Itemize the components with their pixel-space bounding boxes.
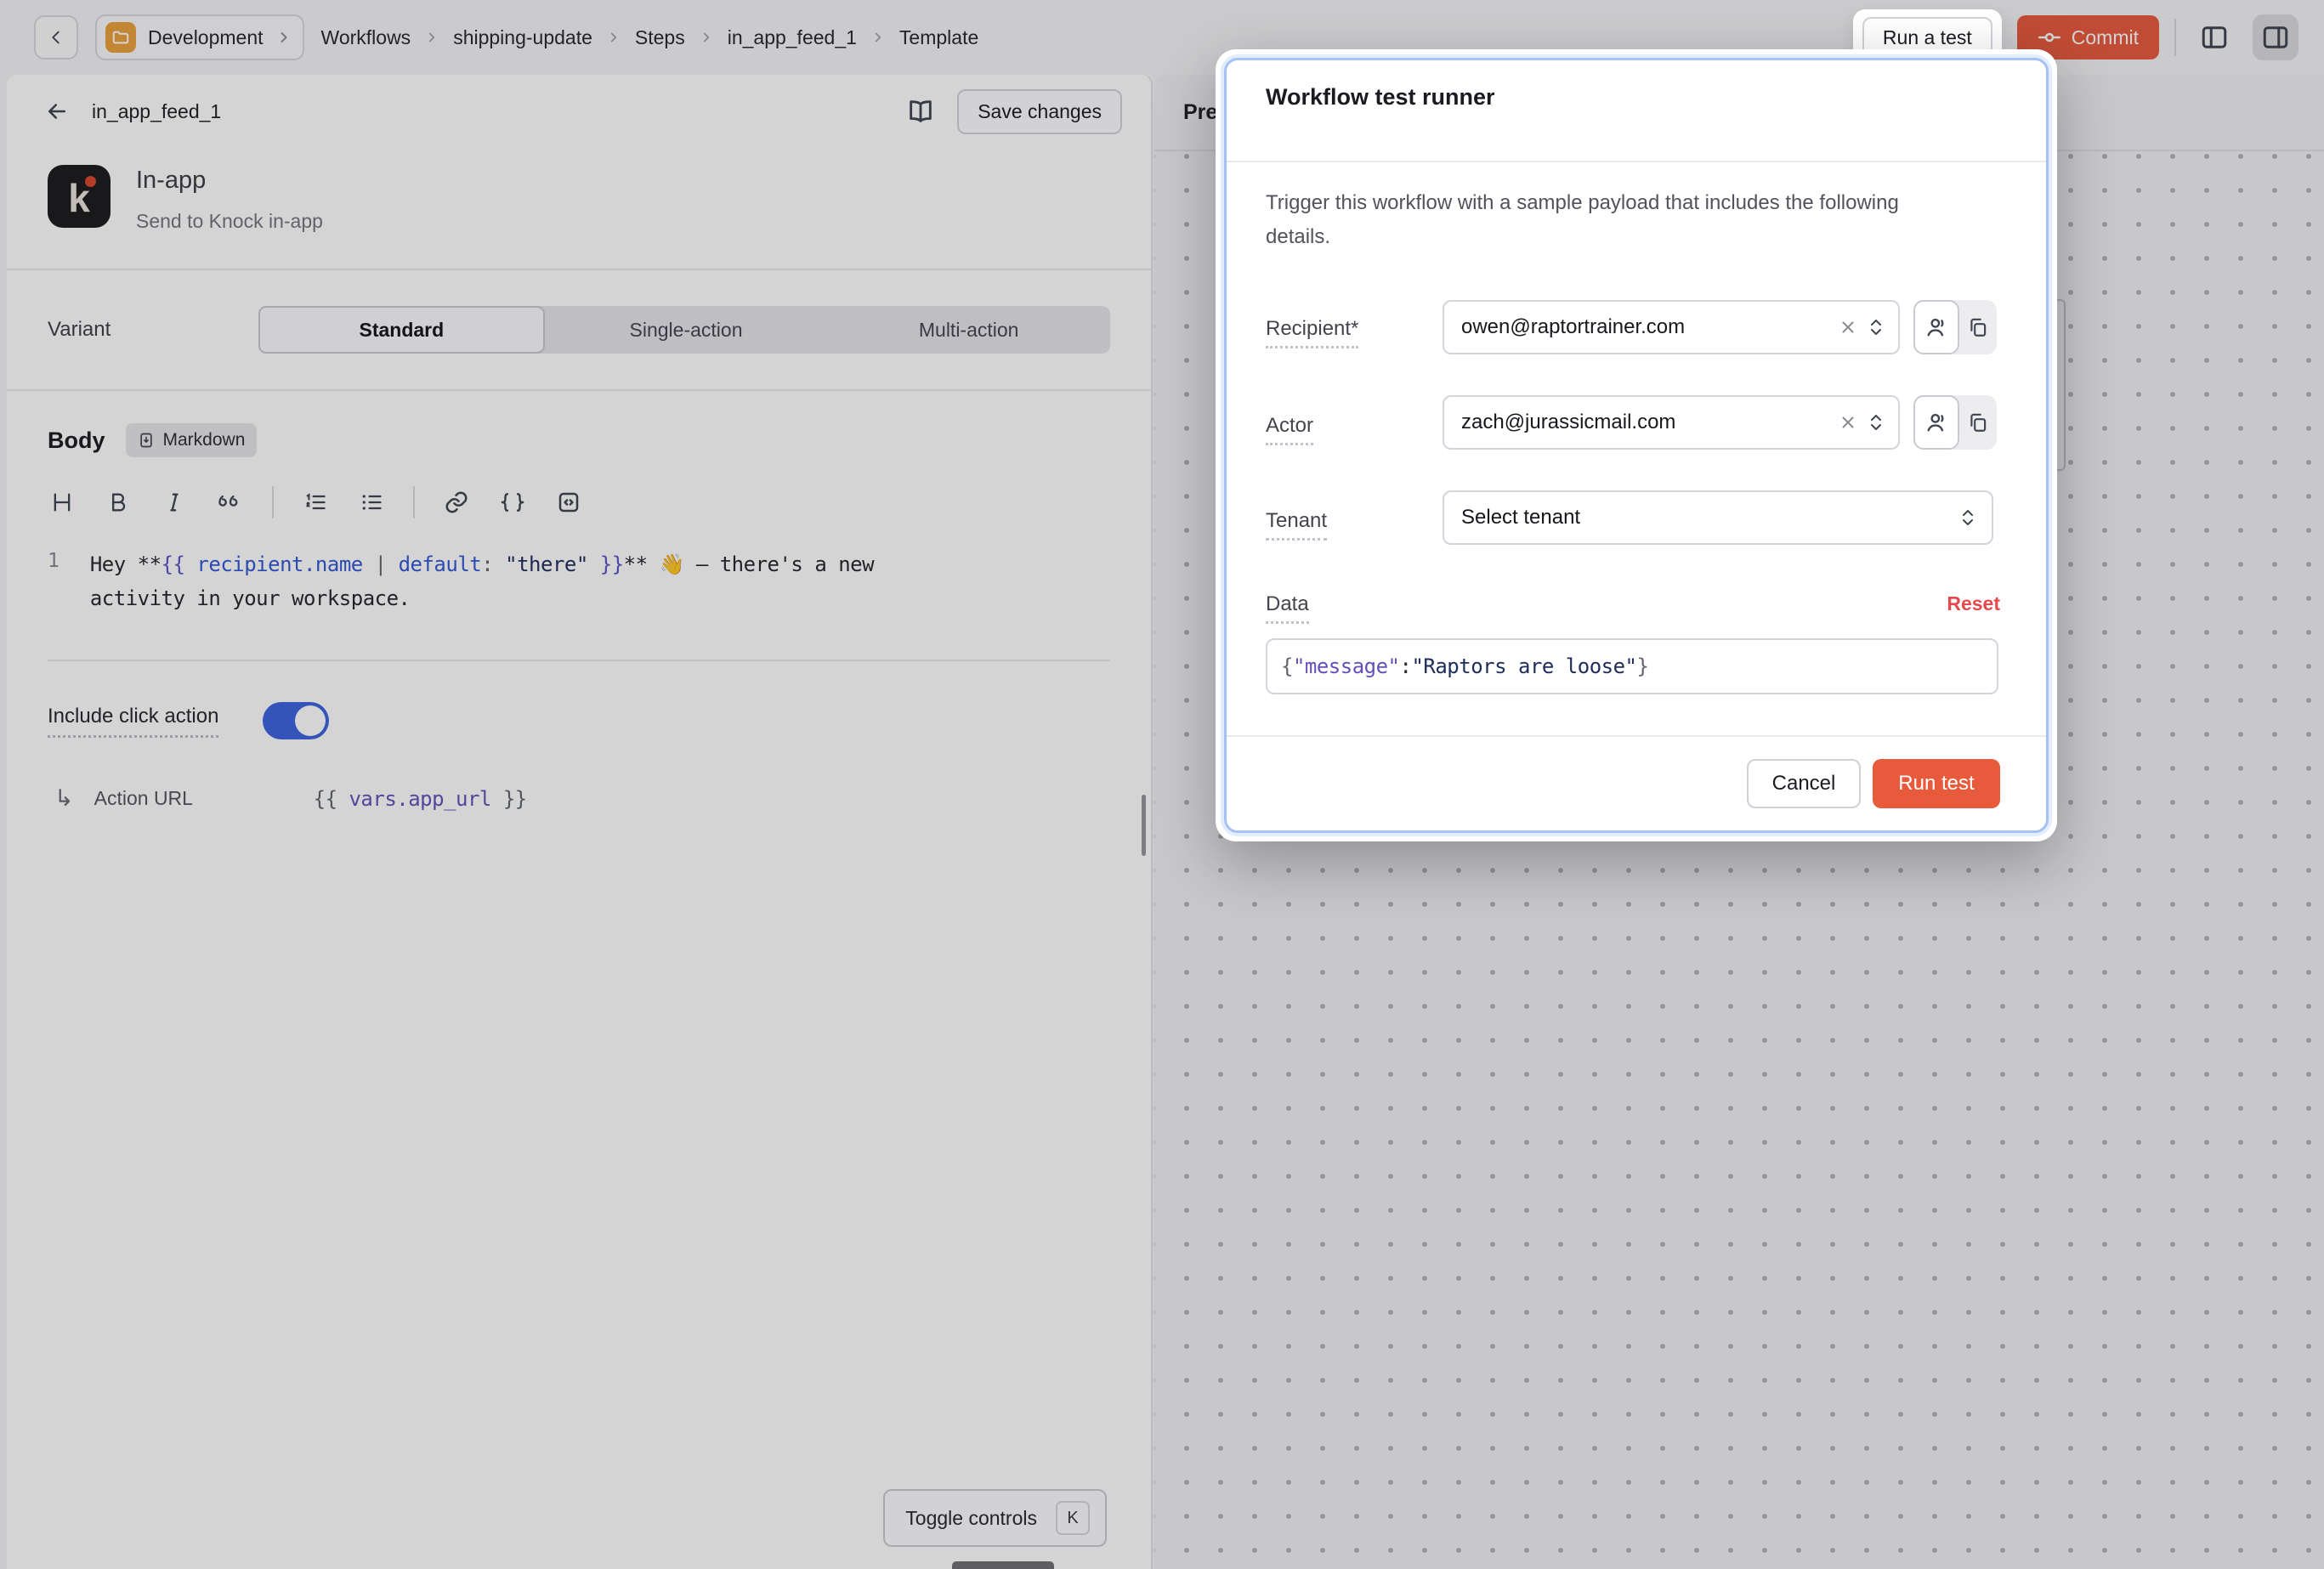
- recipient-field: [1443, 300, 1900, 354]
- code-token: "Raptors are loose": [1411, 654, 1636, 678]
- recipient-combobox-chevrons-icon[interactable]: [1866, 315, 1886, 339]
- app-window: Development Workflows shipping-update St…: [0, 0, 2324, 1569]
- recipient-mode-switcher: [1913, 300, 1997, 354]
- reset-data-link[interactable]: Reset: [1947, 592, 2000, 615]
- tenant-select-chevrons-icon: [1958, 506, 1978, 530]
- recipient-label: Recipient*: [1266, 317, 1358, 341]
- recipient-user-mode-button[interactable]: [1913, 300, 1959, 354]
- tenant-select-value: Select tenant: [1461, 506, 1580, 530]
- actor-combobox-chevrons-icon[interactable]: [1866, 411, 1886, 434]
- cancel-button[interactable]: Cancel: [1747, 759, 1861, 808]
- recipient-input[interactable]: [1444, 315, 1835, 339]
- actor-user-mode-button[interactable]: [1913, 395, 1959, 450]
- actor-json-mode-button[interactable]: [1959, 395, 1997, 450]
- modal-footer-divider: [1227, 735, 2046, 737]
- copy-icon: [1967, 411, 1989, 433]
- modal-title: Workflow test runner: [1266, 84, 1495, 110]
- run-test-button[interactable]: Run test: [1873, 759, 2000, 808]
- modal-description: Trigger this workflow with a sample payl…: [1266, 186, 1922, 254]
- clear-actor-icon[interactable]: [1839, 413, 1857, 432]
- modal-header-divider: [1227, 161, 2046, 162]
- data-label: Data: [1266, 592, 1309, 616]
- tenant-select[interactable]: Select tenant: [1443, 490, 1993, 545]
- tenant-label: Tenant: [1266, 509, 1327, 533]
- data-json-input[interactable]: {"message": "Raptors are loose"}: [1266, 638, 1998, 694]
- user-icon: [1924, 411, 1948, 434]
- code-token: :: [1400, 654, 1412, 678]
- workflow-test-runner-popover: Workflow test runner Trigger this workfl…: [1216, 49, 2057, 841]
- workflow-test-runner-modal: Workflow test runner Trigger this workfl…: [1224, 58, 2049, 833]
- copy-icon: [1967, 316, 1989, 338]
- recipient-json-mode-button[interactable]: [1959, 300, 1997, 354]
- code-token: "message": [1293, 654, 1400, 678]
- code-token: }: [1637, 654, 1649, 678]
- actor-input[interactable]: [1444, 411, 1835, 434]
- clear-recipient-icon[interactable]: [1839, 318, 1857, 337]
- actor-mode-switcher: [1913, 395, 1997, 450]
- user-icon: [1924, 315, 1948, 339]
- actor-label: Actor: [1266, 414, 1313, 438]
- actor-field: [1443, 395, 1900, 450]
- code-token: {: [1281, 654, 1293, 678]
